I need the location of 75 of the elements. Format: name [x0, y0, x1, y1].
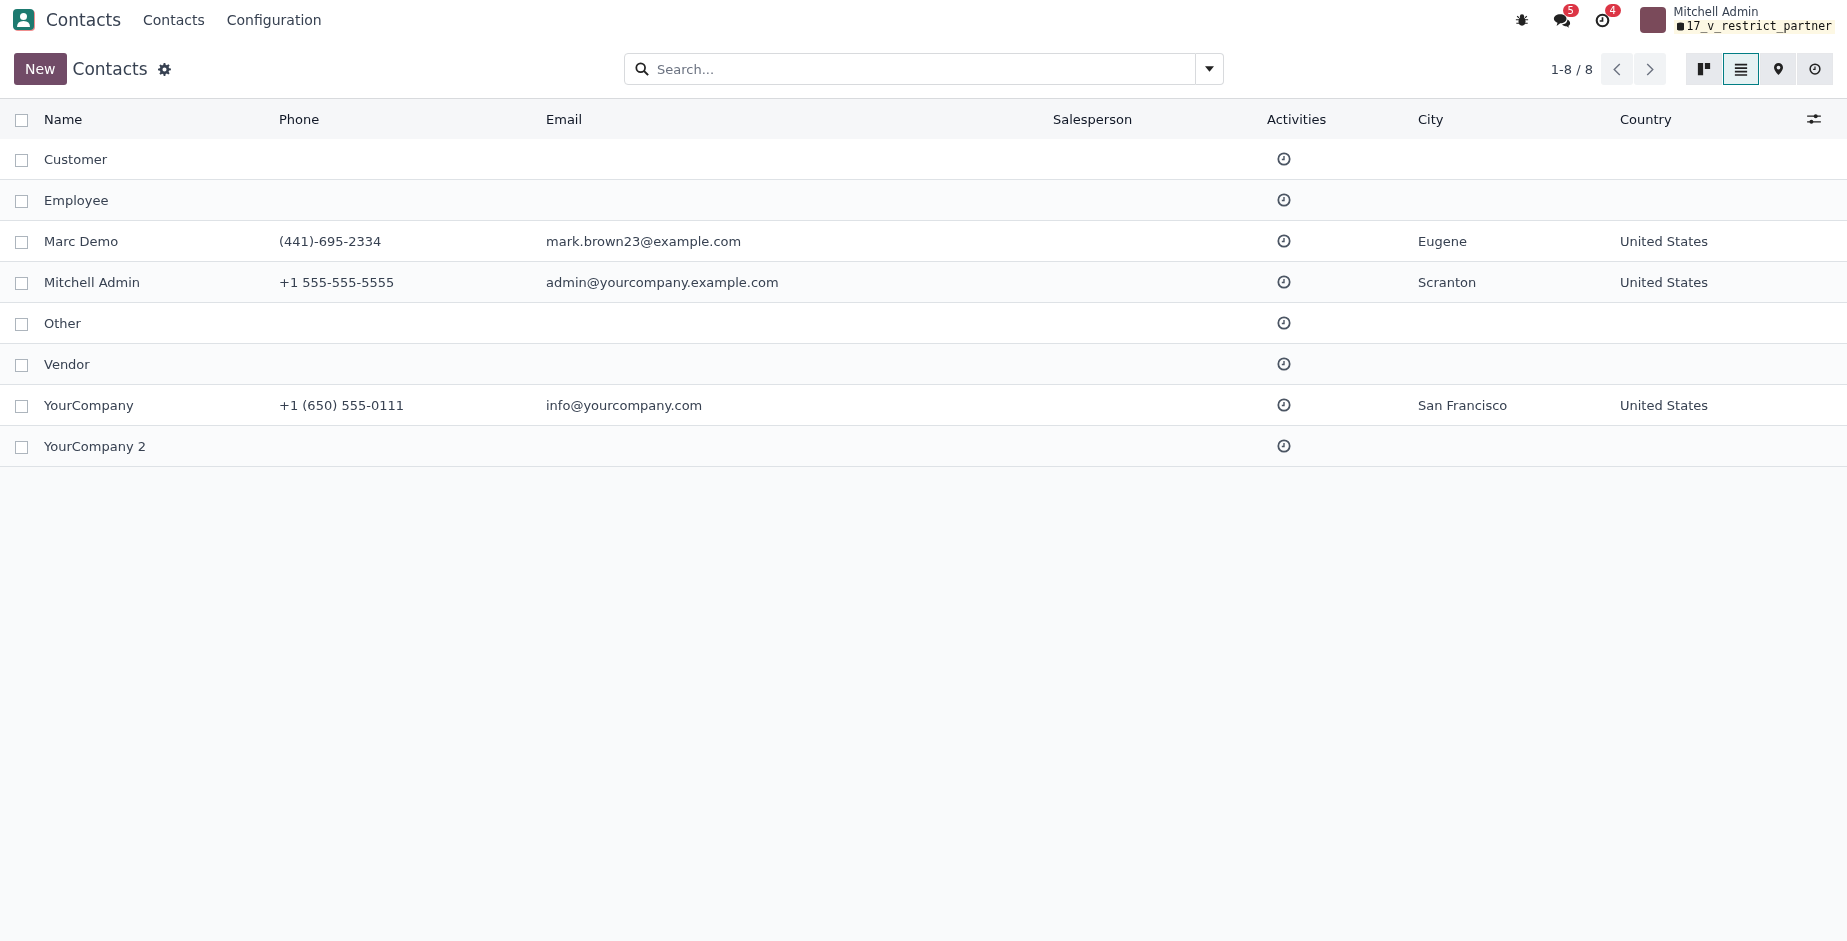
- row-checkbox[interactable]: [15, 153, 28, 167]
- table-cell: Eugene: [1418, 233, 1467, 249]
- table-cell: Employee: [44, 192, 109, 208]
- table-cell: +1 (650) 555-0111: [279, 397, 404, 413]
- chat-icon[interactable]: [1552, 12, 1571, 28]
- row-checkbox[interactable]: [15, 358, 28, 372]
- app-logo-icon[interactable]: [12, 8, 36, 32]
- select-all-checkbox[interactable]: [15, 113, 28, 127]
- new-button[interactable]: New: [14, 53, 67, 85]
- row-checkbox[interactable]: [15, 194, 28, 208]
- activity-view-button[interactable]: [1797, 53, 1833, 85]
- notification-badge: 5: [1562, 3, 1579, 17]
- table-cell: admin@yourcompany.example.com: [546, 274, 779, 290]
- table-cell: Scranton: [1418, 274, 1477, 290]
- row-checkbox[interactable]: [15, 276, 28, 290]
- row-checkbox[interactable]: [15, 235, 28, 249]
- clock-icon: [1809, 63, 1821, 75]
- kanban-icon: [1697, 62, 1711, 76]
- table-cell: United States: [1620, 233, 1709, 249]
- chevron-right-icon: [1646, 62, 1654, 76]
- caret-icon: [1205, 66, 1214, 72]
- column-header[interactable]: Email: [546, 111, 583, 127]
- table-cell: YourCompany 2: [44, 438, 146, 454]
- table-cell: San Francisco: [1418, 397, 1508, 413]
- clock-icon[interactable]: [1277, 275, 1291, 289]
- table-cell: Mitchell Admin: [44, 274, 141, 290]
- row-checkbox[interactable]: [15, 317, 28, 331]
- column-header[interactable]: City: [1418, 111, 1444, 127]
- table-cell: mark.brown23@example.com: [546, 233, 742, 249]
- clock-icon[interactable]: [1277, 439, 1291, 453]
- column-header[interactable]: Phone: [279, 111, 320, 127]
- table-cell: Marc Demo: [44, 233, 119, 249]
- column-header[interactable]: Country: [1620, 111, 1672, 127]
- table-cell: +1 555-555-5555: [279, 274, 395, 290]
- column-header[interactable]: Activities: [1267, 111, 1327, 127]
- notification-badge: 4: [1604, 3, 1621, 17]
- user-name: Mitchell Admin: [1673, 6, 1760, 20]
- clock-icon[interactable]: [1277, 234, 1291, 248]
- bug-icon[interactable]: [1514, 13, 1529, 27]
- search-options-button[interactable]: [1196, 53, 1224, 85]
- clock-icon[interactable]: [1594, 12, 1610, 28]
- database-label: 17_v_restrict_partner: [1673, 20, 1835, 34]
- column-header[interactable]: Name: [44, 111, 83, 127]
- table-cell: Other: [44, 315, 81, 331]
- map-pin-icon: [1773, 63, 1783, 75]
- chevron-left-icon: [1613, 62, 1621, 76]
- database-icon: [1676, 22, 1684, 32]
- pager-value[interactable]: 1-8 / 8: [1550, 61, 1593, 77]
- clock-icon[interactable]: [1277, 193, 1291, 207]
- clock-icon[interactable]: [1277, 316, 1291, 330]
- list-icon: [1734, 62, 1748, 76]
- table-cell: (441)-695-2334: [279, 233, 382, 249]
- list-view-button[interactable]: [1723, 53, 1759, 85]
- column-settings-icon[interactable]: [1807, 113, 1821, 125]
- settings-icon[interactable]: [157, 62, 171, 76]
- row-checkbox[interactable]: [15, 399, 28, 413]
- column-header[interactable]: Salesperson: [1053, 111, 1133, 127]
- clock-icon[interactable]: [1277, 357, 1291, 371]
- table-cell: United States: [1620, 274, 1709, 290]
- table-cell: info@yourcompany.com: [546, 397, 703, 413]
- map-view-button[interactable]: [1760, 53, 1796, 85]
- table-cell: YourCompany: [44, 397, 134, 413]
- row-checkbox[interactable]: [15, 440, 28, 454]
- search-field[interactable]: Search...: [624, 53, 1196, 85]
- table-cell: Vendor: [44, 356, 90, 372]
- breadcrumb: Contacts: [72, 59, 148, 79]
- avatar-icon[interactable]: [1639, 7, 1666, 33]
- clock-icon[interactable]: [1277, 152, 1291, 166]
- clock-icon[interactable]: [1277, 398, 1291, 412]
- menu-item[interactable]: Contacts: [143, 12, 205, 28]
- kanban-view-button[interactable]: [1686, 53, 1722, 85]
- table-cell: United States: [1620, 397, 1709, 413]
- app-name[interactable]: Contacts: [46, 10, 121, 30]
- menu-item[interactable]: Configuration: [226, 12, 322, 28]
- table-cell: Customer: [44, 151, 108, 167]
